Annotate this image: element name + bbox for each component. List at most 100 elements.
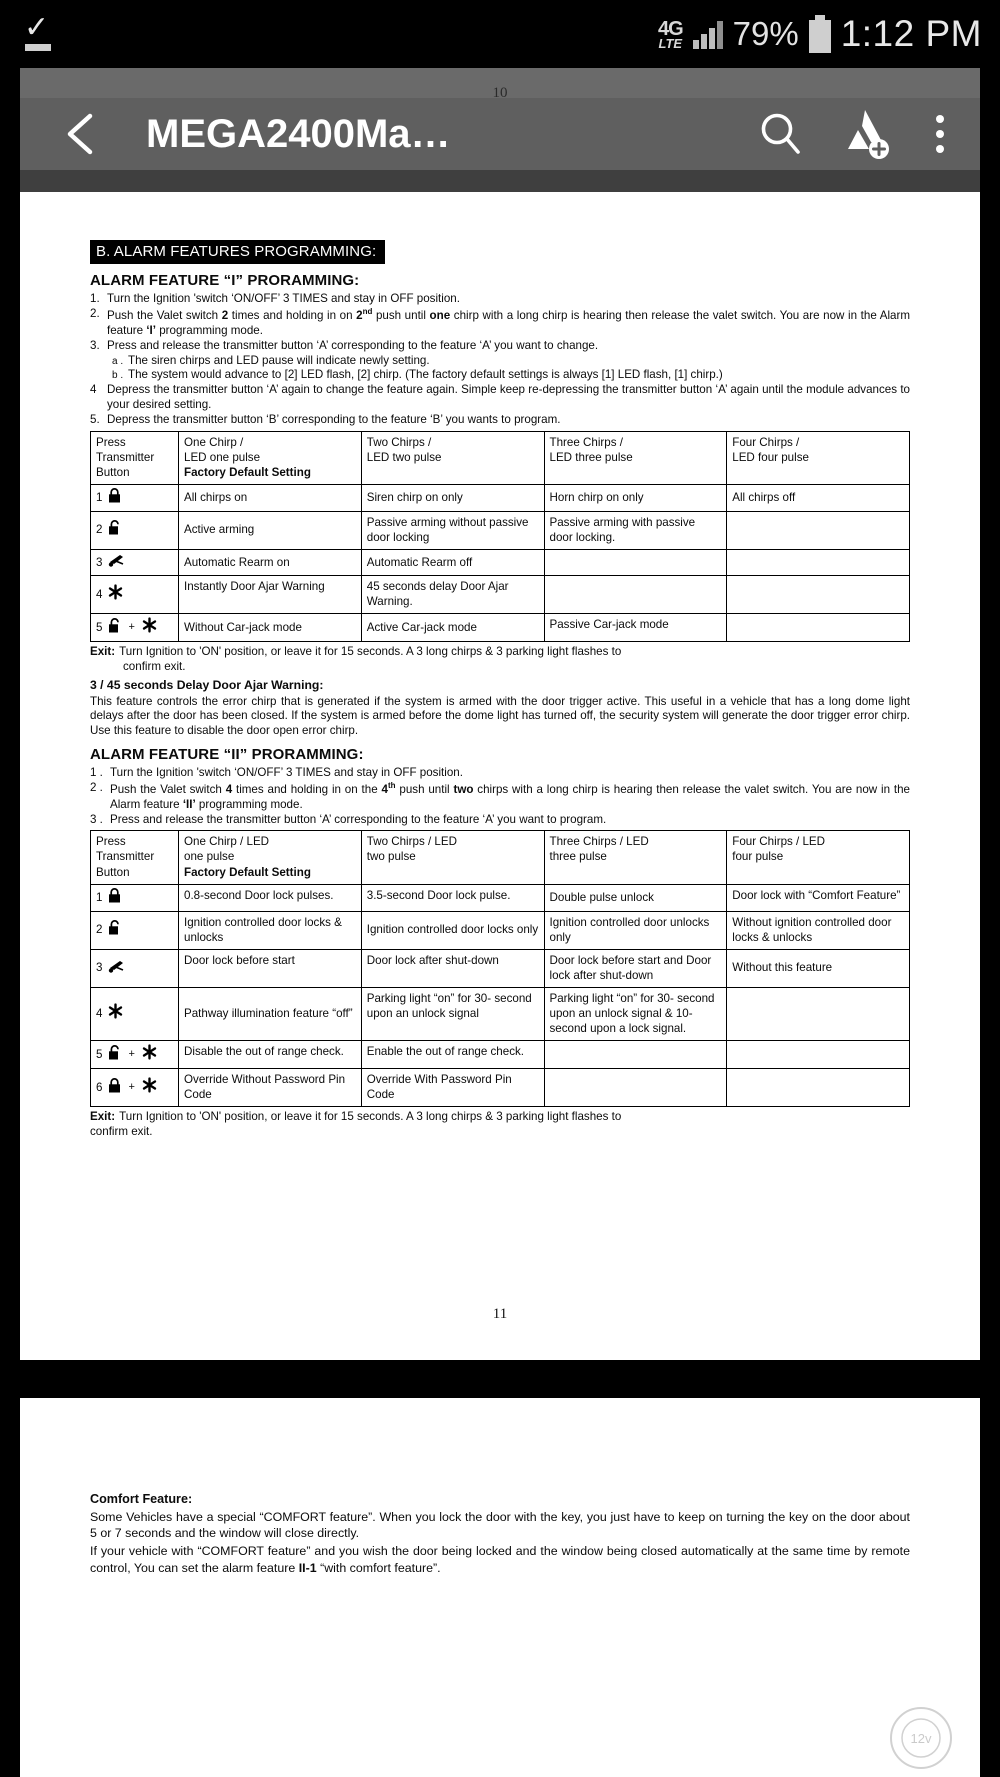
feature-1-substep: a . The siren chirps and LED pause will … — [112, 354, 910, 369]
drive-add-icon[interactable] — [838, 106, 894, 162]
table-cell — [543, 575, 728, 615]
lock-icon — [108, 488, 121, 507]
section-band-title: B. ALARM FEATURES PROGRAMMING: — [90, 240, 386, 265]
feature-1-heading: ALARM FEATURE “I” PRORAMMING: — [90, 272, 360, 290]
feature-1-step: 3. Press and release the transmitter but… — [90, 339, 910, 354]
plus-symbol: + — [128, 1081, 135, 1094]
table-cell: Siren chirp on only — [360, 483, 545, 512]
document-page-next-content: Comfort Feature: Some Vehicles have a sp… — [20, 1398, 980, 1576]
table-cell: All chirps off — [726, 483, 910, 512]
network-type-icon: 4G LTE — [658, 19, 684, 51]
table-cell: Automatic Rearm off — [360, 549, 545, 577]
row-number: 3 — [96, 555, 103, 569]
row-number: 4 — [96, 1006, 103, 1020]
phone-screen: ✓ 4G LTE 79% 1:12 PM 10 MEGA2400Ma… B. A… — [0, 0, 1000, 1777]
comfort-feature-heading: Comfort Feature: — [90, 1492, 193, 1506]
table-cell: Without Car-jack mode — [178, 613, 362, 643]
feature-1-table: Press Transmitter Button One Chirp / LED… — [90, 430, 910, 643]
transmitter-button-cell: 2 — [90, 910, 179, 950]
table-cell: Instantly Door Ajar Warning — [178, 575, 362, 615]
star-icon — [108, 584, 123, 604]
table-header-row: Press Transmitter Button One Chirp / LED… — [90, 830, 910, 885]
table-row: 3 Automatic Rearm on Automatic Rearm off — [90, 549, 910, 577]
network-type-label-lte: LTE — [658, 35, 683, 51]
comfort-feature-paragraph-2: If your vehicle with “COMFORT feature” a… — [90, 1544, 910, 1575]
step-number: 1. — [90, 292, 100, 306]
table-row: 5 + Disable the out of range check. Enab… — [90, 1040, 910, 1070]
document-page-next[interactable]: Comfort Feature: Some Vehicles have a sp… — [20, 1398, 980, 1777]
lock-icon — [108, 1077, 121, 1097]
table-cell: Door lock after shut-down — [360, 948, 545, 988]
substep-text: The system would advance to [2] LED flas… — [128, 368, 723, 382]
step-text: Push the Valet switch 4 times and holdin… — [110, 781, 910, 811]
search-icon[interactable] — [754, 107, 808, 161]
table-header-cell: Four Chirps / LED four pulse — [726, 430, 910, 485]
row-number: 1 — [96, 890, 103, 904]
step-text: Turn the Ignition 'switch ‘ON/OFF’ 3 TIM… — [107, 292, 460, 306]
table-cell: Door lock before start and Door lock aft… — [543, 948, 728, 988]
status-bar-right: 4G LTE 79% 1:12 PM — [658, 13, 982, 55]
back-arrow-icon[interactable] — [60, 108, 112, 160]
more-options-icon[interactable] — [936, 115, 944, 153]
feature-2-step: 2 . Push the Valet switch 4 times and ho… — [90, 781, 910, 813]
table-cell: Horn chirp on only — [543, 483, 728, 512]
substep-marker: b . — [112, 370, 124, 382]
table-header-cell: Three Chirps / LED three pulse — [543, 830, 728, 885]
feature-1-step: 5. Depress the transmitter button ‘B’ co… — [90, 413, 910, 428]
row-number: 4 — [96, 587, 103, 601]
table-cell: Active Car-jack mode — [360, 613, 545, 643]
step-text: Push the Valet switch 2 times and holdin… — [107, 307, 910, 337]
table-header-row: Press Transmitter Button One Chirp / LED… — [90, 430, 910, 485]
feature-1-substep: b . The system would advance to [2] LED … — [112, 368, 910, 383]
trunk-icon — [108, 553, 124, 571]
lock-icon — [108, 887, 121, 907]
table-row: 5 + Without Car-jack mode Active Car-jac… — [90, 613, 910, 643]
feature-2-step: 3 . Press and release the transmitter bu… — [90, 813, 910, 828]
step-text: Depress the transmitter button ‘A’ again… — [107, 383, 910, 412]
document-page-content: B. ALARM FEATURES PROGRAMMING: ALARM FEA… — [20, 192, 980, 1360]
step-number: 1 . — [90, 766, 103, 780]
table-cell — [726, 1040, 910, 1070]
battery-icon — [808, 15, 831, 53]
signal-bars-icon — [692, 19, 723, 49]
table-cell: Override With Password Pin Code — [360, 1068, 545, 1108]
table-cell — [543, 549, 728, 577]
table-cell: 3.5-second Door lock pulse. — [360, 883, 545, 912]
row-number: 5 — [96, 1047, 103, 1061]
table-header-cell: One Chirp / LED one pulse Factory Defaul… — [178, 830, 362, 885]
step-number: 2 . — [90, 781, 103, 795]
row-number: 6 — [96, 1080, 103, 1094]
table-cell: Ignition controlled door locks only — [360, 910, 545, 950]
transmitter-button-cell: 3 — [90, 948, 179, 988]
status-bar: ✓ 4G LTE 79% 1:12 PM — [0, 0, 1000, 68]
table-row: 2 Ignition controlled door locks & unloc… — [90, 910, 910, 950]
transmitter-button-cell: 2 — [90, 510, 179, 551]
feature-1-step: 1. Turn the Ignition 'switch ‘ON/OFF’ 3 … — [90, 292, 910, 307]
step-number: 3 . — [90, 812, 103, 826]
table-row: 2 Active arming Passive arming without p… — [90, 510, 910, 551]
table-cell: Without this feature — [726, 948, 910, 988]
table-cell — [543, 1068, 728, 1108]
feature-2-table: Press Transmitter Button One Chirp / LED… — [90, 830, 910, 1108]
table-cell: Override Without Password Pin Code — [178, 1068, 362, 1108]
table-cell: 45 seconds delay Door Ajar Warning. — [360, 575, 545, 615]
star-icon — [142, 1077, 157, 1097]
table-cell: Active arming — [178, 510, 362, 551]
exit-text: Turn Ignition to 'ON' position, or leave… — [119, 645, 622, 659]
feature-1-exit-line: Exit: Turn Ignition to 'ON' position, or… — [90, 645, 910, 660]
transmitter-button-cell: 5 + — [90, 1040, 179, 1070]
download-complete-icon: ✓ — [22, 13, 56, 55]
document-page[interactable]: B. ALARM FEATURES PROGRAMMING: ALARM FEA… — [20, 192, 980, 1360]
row-number: 2 — [96, 923, 103, 937]
table-header-cell: Two Chirps / LED two pulse — [360, 830, 545, 885]
star-icon — [142, 617, 157, 637]
document-title: MEGA2400Ma… — [146, 111, 451, 156]
table-header-cell: Press Transmitter Button — [90, 430, 179, 485]
transmitter-button-cell: 1 — [90, 483, 179, 512]
table-row: 1 0.8-second Door lock pulses. 3.5-secon… — [90, 883, 910, 912]
page-number-footer: 11 — [492, 1305, 508, 1322]
door-ajar-note-body: This feature controls the error chirp th… — [90, 694, 910, 738]
exit-label: Exit: — [90, 645, 116, 659]
battery-percent-label: 79% — [732, 15, 799, 52]
row-number: 2 — [96, 523, 103, 537]
